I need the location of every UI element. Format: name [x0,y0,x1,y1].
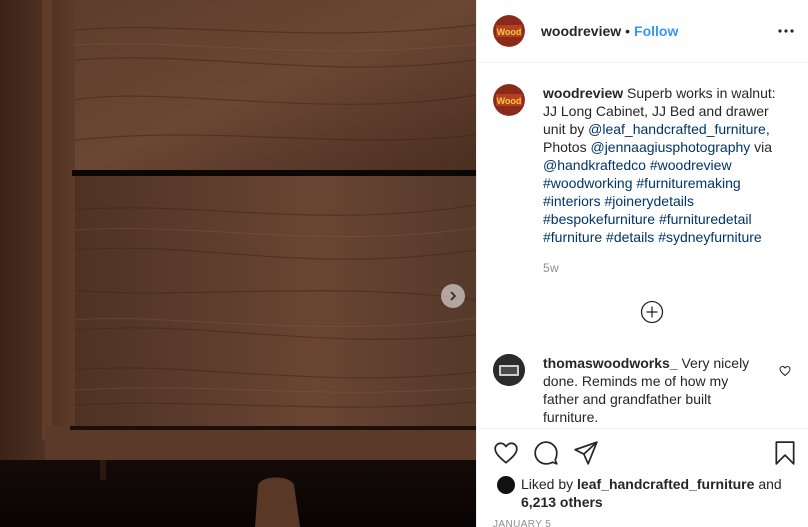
post-date[interactable]: JANUARY 5 [493,519,551,527]
post-sidebar: Wood woodreview • Follow Wood woodreview… [476,0,808,527]
chevron-right-icon [450,291,456,301]
bookmark-icon [775,441,795,465]
likes-summary: Liked by leaf_handcrafted_furniture and … [497,475,797,511]
hashtag-link[interactable]: #furnituredetail [659,211,752,227]
comment-avatar[interactable] [493,354,525,386]
avatar[interactable]: Wood [493,15,525,47]
hashtag-link[interactable]: #woodreview [650,157,732,173]
instagram-post: Wood woodreview • Follow Wood woodreview… [0,0,808,527]
load-more-comments-button[interactable] [640,300,664,324]
plus-circle-icon [640,300,664,324]
user-avatar-image [493,354,525,386]
comment-item: thomaswoodworks_ Very nicely done. Remin… [493,354,799,426]
share-button[interactable] [573,440,599,466]
comments-section: Wood woodreview Superb works in walnut: … [477,64,808,428]
post-username[interactable]: woodreview [541,23,621,39]
more-options-button[interactable] [777,22,795,40]
comment-button[interactable] [533,440,559,466]
liker-avatar[interactable] [497,476,515,494]
walnut-drawer-photo [0,0,476,527]
caption-body-3: via [754,139,773,155]
heart-icon [494,442,518,464]
mention-link[interactable]: @leaf_handcrafted_furniture [588,121,766,137]
post-header: Wood woodreview • Follow [477,0,808,63]
separator-dot: • [625,23,631,39]
liker-username[interactable]: leaf_handcrafted_furniture [577,476,754,492]
heart-icon [779,365,791,377]
caption-username[interactable]: woodreview [543,85,623,101]
woodreview-logo-avatar: Wood [493,84,525,116]
comment-icon [534,441,558,465]
more-horizontal-icon [778,29,794,33]
post-actions: Liked by leaf_handcrafted_furniture and … [477,428,808,527]
caption-time[interactable]: 5w [543,261,559,275]
caption: Wood woodreview Superb works in walnut: … [493,84,799,246]
hashtag-link[interactable]: #joinerydetails [604,193,694,209]
comment-username[interactable]: thomaswoodworks_ [543,355,678,371]
hashtag-link[interactable]: #details [606,229,654,245]
hashtag-link[interactable]: #furnituremaking [636,175,740,191]
hashtag-link[interactable]: #woodworking [543,175,633,191]
save-button[interactable] [772,440,798,466]
share-icon [574,441,598,465]
like-button[interactable] [493,440,519,466]
likes-others[interactable]: 6,213 others [521,494,603,510]
mention-link[interactable]: @jennaagiusphotography [590,139,750,155]
caption-avatar[interactable]: Wood [493,84,525,116]
hashtag-link[interactable]: #furniture [543,229,602,245]
hashtag-link[interactable]: #interiors [543,193,601,209]
mention-link[interactable]: @handkraftedco [543,157,646,173]
svg-text:Wood: Wood [497,96,522,106]
hashtag-link[interactable]: #bespokefurniture [543,211,655,227]
caption-text: woodreview Superb works in walnut: JJ Lo… [543,84,783,246]
likes-conj: and [758,476,782,492]
comment-text: thomaswoodworks_ Very nicely done. Remin… [543,354,765,426]
svg-text:Wood: Wood [497,27,522,37]
follow-button[interactable]: Follow [634,23,678,39]
hashtag-link[interactable]: #sydneyfurniture [658,229,762,245]
likes-text: Liked by leaf_handcrafted_furniture and … [521,475,797,511]
woodreview-logo-avatar: Wood [493,15,525,47]
comment-like-button[interactable] [779,364,791,377]
likes-prefix: Liked by [521,476,574,492]
next-image-button[interactable] [441,284,465,308]
post-image[interactable] [0,0,476,527]
